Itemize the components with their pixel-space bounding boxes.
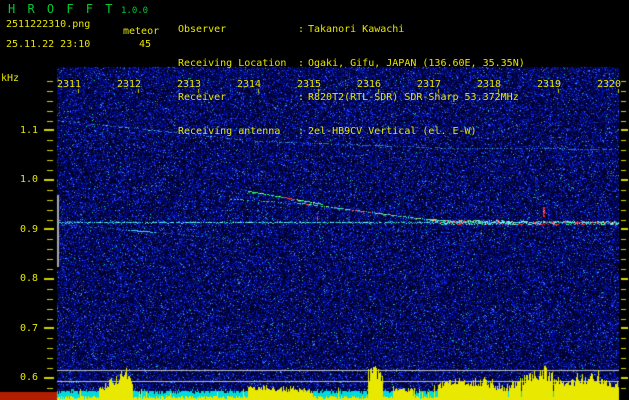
page-title: H R O F F T 1.0.0 <box>8 2 148 16</box>
time-tick-label: 2315 <box>296 79 322 90</box>
time-tick-label: 2320 <box>596 79 622 90</box>
time-tick-label: 2314 <box>236 79 262 90</box>
freq-tick-label: 1.1 <box>19 124 38 136</box>
echo-count: 45 <box>139 39 152 50</box>
info-label: Receiving Location <box>178 58 287 69</box>
time-tick-label: 2319 <box>536 79 562 90</box>
station-info: Observer: Takanori Kawachi Receiving Loca… <box>178 2 525 160</box>
info-row-observer: Observer: Takanori Kawachi <box>178 24 525 36</box>
colon: : <box>298 92 305 103</box>
output-filename: 2511222310.png <box>6 19 91 30</box>
time-tick-label: 2317 <box>416 79 442 90</box>
freq-tick-label: 0.7 <box>19 322 38 334</box>
info-label: Receiver <box>178 92 227 103</box>
info-value: Takanori Kawachi <box>308 24 405 35</box>
info-value: R820T2(RTL-SDR) SDR-Sharp 53.372MHz <box>308 92 519 103</box>
colon: : <box>298 24 305 35</box>
time-tick-label: 2316 <box>356 79 382 90</box>
info-value: Ogaki, Gifu, JAPAN (136.60E, 35.35N) <box>308 58 525 69</box>
info-row-location: Receiving Location: Ogaki, Gifu, JAPAN (1… <box>178 58 525 70</box>
info-row-antenna: Receiving antenna:2el-HB9CV Vertical (el… <box>178 126 525 138</box>
colon: : <box>298 58 305 69</box>
info-value: 2el-HB9CV Vertical (el. E-W) <box>308 126 477 137</box>
time-tick-label: 2312 <box>116 79 142 90</box>
freq-tick-label: 0.8 <box>19 273 38 284</box>
info-label: Receiving antenna <box>178 126 281 137</box>
info-label: Observer <box>178 24 227 35</box>
hrofft-window: H R O F F T 1.0.0 2511222310.png meteor 2… <box>0 0 629 400</box>
colon: : <box>298 126 305 137</box>
app-version: 1.0.0 <box>120 6 149 16</box>
freq-tick-label: 0.9 <box>19 223 38 235</box>
time-tick-label: 2311 <box>56 79 82 90</box>
freq-axis-unit: kHz <box>1 73 20 84</box>
app-name: H R O F F T <box>8 2 115 16</box>
freq-tick-label: 0.6 <box>19 372 38 383</box>
time-tick-label: 2313 <box>176 79 202 90</box>
observation-datetime: 25.11.22 23:10 <box>6 39 91 50</box>
time-tick-label: 2318 <box>476 79 502 90</box>
freq-tick-label: 1.0 <box>19 174 38 185</box>
observation-mode: meteor <box>123 26 160 37</box>
info-row-receiver: Receiver: R820T2(RTL-SDR) SDR-Sharp 53.37… <box>178 92 525 104</box>
